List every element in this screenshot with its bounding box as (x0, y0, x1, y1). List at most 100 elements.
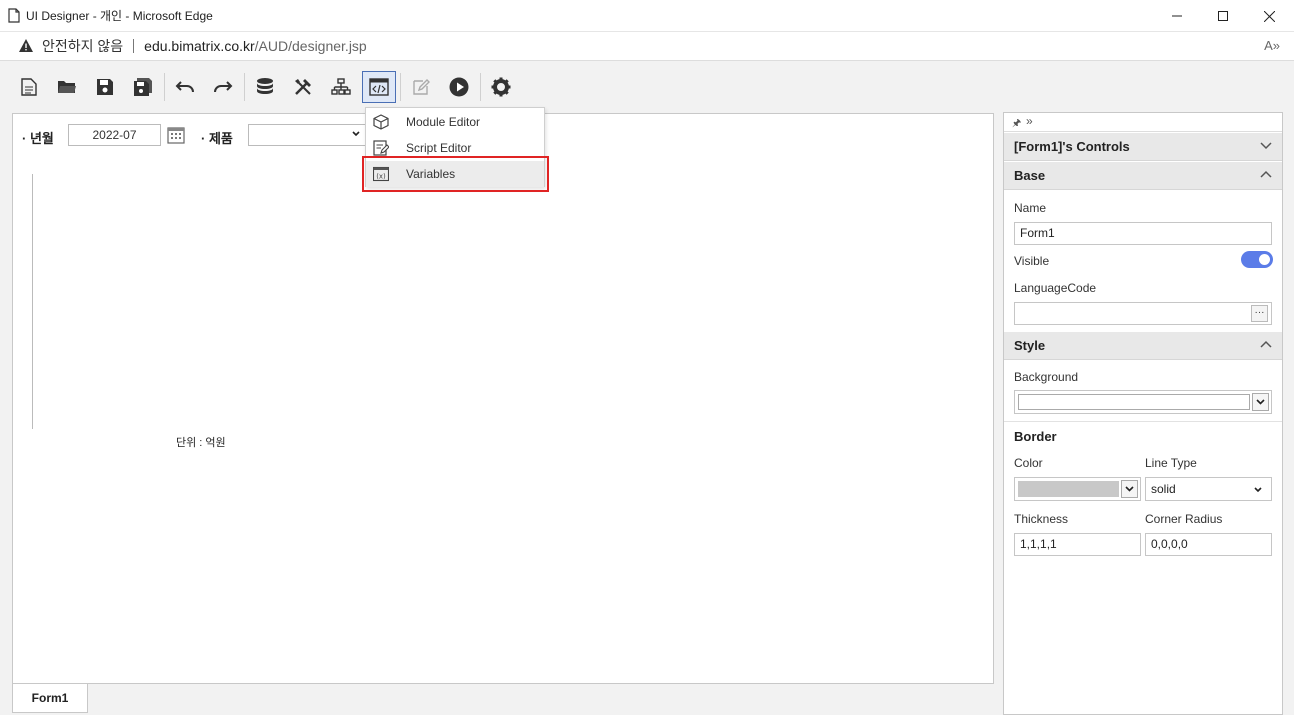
code-window-button[interactable] (362, 71, 396, 103)
window-title: UI Designer - 개인 - Microsoft Edge (26, 9, 213, 23)
datasource-button[interactable] (248, 71, 282, 103)
redo-icon (214, 81, 233, 93)
hierarchy-icon (331, 78, 351, 95)
language-code-input[interactable]: ··· (1014, 302, 1272, 325)
chevron-down-icon (352, 131, 360, 137)
line-type-select[interactable]: solid (1145, 477, 1272, 501)
calendar-icon[interactable] (166, 125, 186, 145)
background-dropdown-button[interactable] (1252, 393, 1269, 411)
page-icon (8, 8, 20, 23)
open-button[interactable] (50, 71, 84, 103)
new-button[interactable] (12, 71, 46, 103)
menu-item-module-editor[interactable]: Module Editor (366, 109, 544, 135)
border-header: Border (1014, 429, 1057, 444)
style-section-header[interactable]: Style (1004, 332, 1282, 360)
chart-placeholder-axis (32, 174, 33, 429)
ellipsis-button[interactable]: ··· (1251, 305, 1268, 322)
visible-label: Visible (1014, 254, 1050, 268)
new-icon (21, 78, 37, 96)
database-icon (257, 78, 273, 94)
save-all-icon (134, 78, 152, 96)
chevron-down-icon (1254, 487, 1262, 493)
corner-radius-input[interactable]: 0,0,0,0 (1145, 533, 1272, 556)
properties-panel: 🖈 » [Form1]'s Controls Base Name Form1 V… (1003, 112, 1283, 715)
background-select[interactable] (1014, 390, 1272, 414)
minimize-icon (1172, 15, 1182, 17)
chevron-up-icon (1260, 170, 1272, 178)
hierarchy-button[interactable] (324, 71, 358, 103)
border-color-select[interactable] (1014, 477, 1141, 501)
controls-section-title: [Form1]'s Controls (1014, 139, 1130, 154)
chevron-down-icon (1256, 399, 1265, 405)
url-path[interactable]: /AUD/designer.jsp (255, 38, 367, 54)
toolbar-separator (400, 73, 401, 101)
play-icon (449, 77, 469, 97)
security-status[interactable]: 안전하지 않음 (42, 36, 123, 56)
design-canvas[interactable]: · 년월 2022-07 · 제품 단위 : 억원 (12, 113, 994, 684)
chevron-down-icon (1125, 486, 1134, 492)
border-color-label: Color (1014, 456, 1043, 470)
tab-form1[interactable]: Form1 (12, 684, 88, 713)
background-label: Background (1014, 370, 1079, 384)
border-color-dropdown-button[interactable] (1121, 480, 1138, 498)
edit-icon (413, 79, 430, 95)
undo-button[interactable] (168, 71, 202, 103)
name-input[interactable]: Form1 (1014, 222, 1272, 245)
visible-toggle[interactable] (1241, 251, 1273, 268)
tools-button[interactable] (286, 71, 320, 103)
toolbar-separator (480, 73, 481, 101)
settings-button[interactable] (484, 71, 518, 103)
controls-section-header[interactable]: [Form1]'s Controls (1004, 133, 1282, 161)
edit-button[interactable] (404, 71, 438, 103)
line-type-value: solid (1151, 482, 1176, 496)
maximize-button[interactable] (1200, 0, 1246, 32)
read-aloud-icon[interactable]: A» (1264, 38, 1280, 53)
product-select[interactable] (248, 124, 366, 146)
title-bar: UI Designer - 개인 - Microsoft Edge (0, 0, 1294, 32)
expand-icon[interactable]: » (1026, 114, 1033, 128)
maximize-icon (1218, 11, 1228, 21)
period-input[interactable]: 2022-07 (68, 124, 161, 146)
panel-header-bar: 🖈 » (1004, 113, 1282, 132)
address-bar[interactable]: 안전하지 않음 edu.bimatrix.co.kr /AUD/designer… (0, 32, 1294, 61)
period-label: · 년월 (22, 131, 54, 146)
menu-item-label: Script Editor (406, 141, 472, 155)
corner-radius-label: Corner Radius (1145, 512, 1223, 526)
chevron-down-icon (1260, 142, 1272, 150)
module-icon (373, 114, 389, 130)
warning-icon[interactable] (18, 38, 34, 54)
unit-label: 단위 : 억원 (176, 437, 226, 449)
style-section-title: Style (1014, 338, 1046, 353)
toolbar (12, 69, 522, 105)
script-icon (373, 140, 389, 156)
base-section-header[interactable]: Base (1004, 162, 1282, 190)
minimize-button[interactable] (1154, 0, 1200, 32)
save-all-button[interactable] (126, 71, 160, 103)
variables-highlight-box (362, 156, 549, 192)
chevron-up-icon (1260, 340, 1272, 348)
close-icon (1263, 10, 1275, 22)
thickness-input[interactable]: 1,1,1,1 (1014, 533, 1141, 556)
language-code-label: LanguageCode (1014, 281, 1097, 295)
product-label: · 제품 (201, 131, 233, 146)
pin-icon[interactable]: 🖈 (1012, 116, 1021, 133)
undo-icon (175, 81, 194, 93)
run-button[interactable] (442, 71, 476, 103)
toolbar-separator (164, 73, 165, 101)
url-host[interactable]: edu.bimatrix.co.kr (144, 38, 254, 54)
base-section-title: Base (1014, 168, 1046, 183)
redo-button[interactable] (206, 71, 240, 103)
line-type-label: Line Type (1145, 456, 1197, 470)
border-color-swatch (1018, 481, 1119, 497)
menu-item-label: Module Editor (406, 115, 481, 129)
code-window-icon (369, 78, 389, 96)
save-icon (97, 79, 113, 95)
toolbar-separator (244, 73, 245, 101)
name-label: Name (1014, 201, 1047, 215)
toggle-knob (1259, 254, 1270, 265)
section-divider (1004, 421, 1282, 422)
open-folder-icon (58, 81, 76, 93)
address-separator (133, 39, 135, 53)
close-button[interactable] (1246, 0, 1292, 32)
save-button[interactable] (88, 71, 122, 103)
